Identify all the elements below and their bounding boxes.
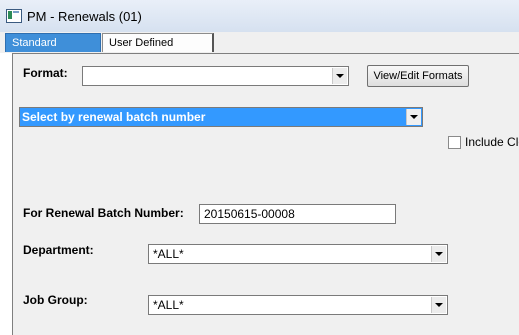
window-title: PM - Renewals (01) xyxy=(27,9,142,24)
department-dropdown[interactable]: *ALL* xyxy=(148,244,448,264)
include-closed-checkbox[interactable] xyxy=(448,136,461,149)
chevron-down-icon[interactable] xyxy=(332,68,347,84)
view-edit-formats-button[interactable]: View/Edit Formats xyxy=(367,65,469,87)
tab-standard-criteria[interactable]: Standard Criteria xyxy=(5,33,101,67)
job-group-dropdown[interactable]: *ALL* xyxy=(148,295,448,315)
selection-mode-value: Select by renewal batch number xyxy=(22,110,206,124)
app-window-icon xyxy=(6,9,22,23)
chevron-down-icon[interactable] xyxy=(431,297,446,313)
criteria-panel xyxy=(12,53,519,335)
job-group-value: *ALL* xyxy=(153,298,184,312)
include-closed-label: Include Clo xyxy=(465,135,519,149)
format-dropdown[interactable] xyxy=(82,66,349,86)
batch-number-value: 20150615-00008 xyxy=(204,207,295,221)
chevron-down-icon[interactable] xyxy=(431,246,446,262)
selection-mode-dropdown[interactable]: Select by renewal batch number xyxy=(19,107,423,127)
job-group-label: Job Group: xyxy=(23,293,88,307)
title-bar: PM - Renewals (01) xyxy=(0,0,519,33)
tab-strip: Standard Criteria User Defined Criteria xyxy=(0,32,519,67)
batch-number-label: For Renewal Batch Number: xyxy=(23,206,184,220)
batch-number-input[interactable]: 20150615-00008 xyxy=(199,204,396,224)
tab-user-defined-criteria[interactable]: User Defined Criteria xyxy=(102,33,214,67)
chevron-down-icon[interactable] xyxy=(406,109,421,125)
format-label: Format: xyxy=(23,66,68,80)
department-label: Department: xyxy=(23,243,94,257)
department-value: *ALL* xyxy=(153,247,184,261)
